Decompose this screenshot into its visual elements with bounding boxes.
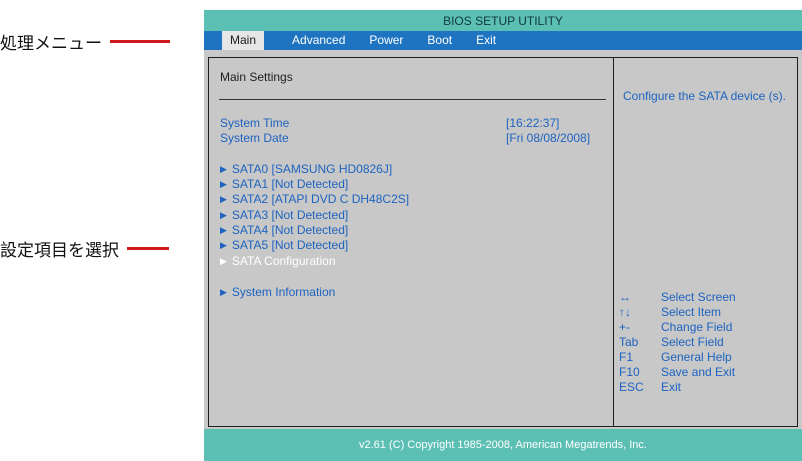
callout-menu-line: [110, 40, 170, 43]
callout-menu: 処理メニュー: [0, 29, 170, 54]
up-down-arrow-icon: ↑↓: [619, 305, 631, 319]
menu-entry-system-information[interactable]: ▶ System Information: [220, 285, 335, 299]
bios-window: BIOS SETUP UTILITY Main Advanced Power B…: [204, 10, 802, 461]
copyright-text: v2.61 (C) Copyright 1985-2008, American …: [359, 439, 647, 451]
callout-select-label: 設定項目を選択: [0, 241, 119, 261]
section-title: Main Settings: [220, 70, 293, 84]
menu-entry-sata5[interactable]: ▶ SATA5 [Not Detected]: [220, 238, 348, 252]
triangle-right-icon: ▶: [220, 225, 227, 235]
triangle-right-icon: ▶: [220, 194, 227, 204]
title-bar: BIOS SETUP UTILITY: [204, 10, 802, 31]
triangle-right-icon: ▶: [220, 179, 227, 189]
menu-tab-exit[interactable]: Exit: [464, 31, 508, 50]
bios-title: BIOS SETUP UTILITY: [443, 13, 563, 28]
menu-tab-advanced[interactable]: Advanced: [280, 31, 357, 50]
callout-menu-label: 処理メニュー: [0, 34, 102, 54]
system-date-value[interactable]: [Fri 08/08/2008]: [506, 131, 590, 145]
system-time-label[interactable]: System Time: [220, 116, 289, 130]
menu-entry-sata2[interactable]: ▶ SATA2 [ATAPI DVD C DH48C2S]: [220, 192, 409, 206]
menu-bar: Main Advanced Power Boot Exit: [204, 31, 802, 50]
menu-entry-sata4[interactable]: ▶ SATA4 [Not Detected]: [220, 223, 348, 237]
triangle-right-icon: ▶: [220, 164, 227, 174]
help-description: Configure the SATA device (s).: [623, 89, 786, 103]
main-panel: Main Settings System Time [16:22:37] Sys…: [208, 57, 798, 427]
menu-tab-main[interactable]: Main: [222, 31, 265, 50]
section-divider: [219, 99, 606, 100]
triangle-right-icon: ▶: [220, 287, 227, 297]
menu-tab-boot[interactable]: Boot: [415, 31, 464, 50]
system-time-value[interactable]: [16:22:37]: [506, 116, 559, 130]
system-date-label[interactable]: System Date: [220, 131, 289, 145]
left-right-arrow-icon: ↔: [619, 290, 631, 304]
menu-entry-sata-configuration[interactable]: ▶ SATA Configuration: [220, 254, 336, 268]
footer-bar: v2.61 (C) Copyright 1985-2008, American …: [204, 429, 802, 461]
triangle-right-icon: ▶: [220, 240, 227, 250]
panel-divider: [613, 58, 614, 426]
menu-entry-sata0[interactable]: ▶ SATA0 [SAMSUNG HD0826J]: [220, 162, 392, 176]
menu-tab-power[interactable]: Power: [357, 31, 415, 50]
menu-entry-sata1[interactable]: ▶ SATA1 [Not Detected]: [220, 177, 348, 191]
triangle-right-icon: ▶: [220, 210, 227, 220]
callout-select: 設定項目を選択: [0, 236, 169, 261]
menu-entry-sata3[interactable]: ▶ SATA3 [Not Detected]: [220, 208, 348, 222]
callout-select-line: [127, 247, 169, 250]
triangle-right-icon: ▶: [220, 256, 227, 266]
